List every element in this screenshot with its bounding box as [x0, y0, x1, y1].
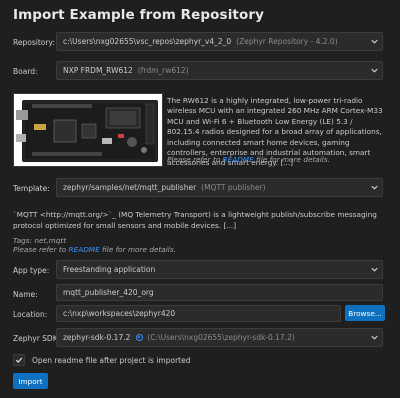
chevron-down-icon — [366, 261, 382, 278]
sdk-value: zephyr-sdk-0.17.2 — [63, 333, 131, 342]
import-button[interactable]: Import — [13, 373, 48, 389]
board-select[interactable]: NXP FRDM_RW612 (frdm_rw612) — [56, 61, 383, 80]
readme-suffix: file for more details. — [99, 245, 176, 254]
repository-hint: (Zephyr Repository - 4.2.0) — [236, 37, 338, 46]
board-label: Board: — [13, 67, 38, 76]
template-label: Template: — [13, 184, 50, 193]
chevron-down-icon — [366, 179, 382, 196]
template-value: zephyr/samples/net/mqtt_publisher — [63, 183, 197, 192]
repository-select[interactable]: c:\Users\nxg02655\vsc_repos\zephyr_v4_2_… — [56, 32, 383, 51]
chevron-down-icon — [366, 62, 382, 79]
board-hint: (frdm_rw612) — [137, 66, 189, 75]
board-readme-note: Please refer to README file for more det… — [167, 155, 330, 164]
sdk-label: Zephyr SDK: — [13, 334, 61, 343]
template-select[interactable]: zephyr/samples/net/mqtt_publisher (MQTT … — [56, 178, 383, 197]
app-type-select[interactable]: Freestanding application — [56, 260, 383, 279]
repository-value: c:\Users\nxg02655\vsc_repos\zephyr_v4_2_… — [63, 37, 232, 46]
sdk-select[interactable]: zephyr-sdk-0.17.2 (C:\Users\nxg02655\zep… — [56, 328, 383, 347]
checkmark-icon — [15, 357, 23, 363]
board-image — [13, 93, 163, 167]
board-readme-link[interactable]: README — [223, 155, 254, 164]
location-input[interactable]: c:\nxp\workspaces\zephyr420 — [56, 305, 341, 322]
repository-label: Repository: — [13, 38, 55, 47]
app-type-value: Freestanding application — [63, 265, 156, 274]
board-value: NXP FRDM_RW612 — [63, 66, 133, 75]
open-readme-checkbox[interactable] — [13, 354, 25, 366]
sdk-hint: (C:\Users\nxg02655\zephyr-sdk-0.17.2) — [147, 333, 295, 342]
radio-selected-icon — [136, 334, 144, 341]
chevron-down-icon — [366, 33, 382, 50]
browse-button[interactable]: Browse... — [345, 305, 385, 321]
name-label: Name: — [13, 290, 38, 299]
readme-suffix: file for more details. — [253, 155, 330, 164]
template-description: `MQTT <http://mqtt.org/>`_ (MQ Telemetry… — [13, 210, 377, 230]
template-hint: (MQTT publisher) — [201, 183, 266, 192]
app-type-label: App type: — [13, 266, 50, 275]
open-readme-option[interactable]: Open readme file after project is import… — [13, 354, 190, 366]
template-tags: Tags: net,mqtt — [13, 236, 67, 245]
chevron-down-icon — [366, 329, 382, 346]
readme-prefix: Please refer to — [167, 155, 223, 164]
template-readme-note: Please refer to README file for more det… — [13, 245, 176, 254]
location-label: Location: — [13, 310, 48, 319]
template-readme-link[interactable]: README — [69, 245, 100, 254]
open-readme-label: Open readme file after project is import… — [32, 355, 191, 365]
page-title: Import Example from Repository — [13, 7, 265, 23]
readme-prefix: Please refer to — [13, 245, 69, 254]
name-input[interactable]: mqtt_publisher_420_org — [56, 284, 383, 301]
